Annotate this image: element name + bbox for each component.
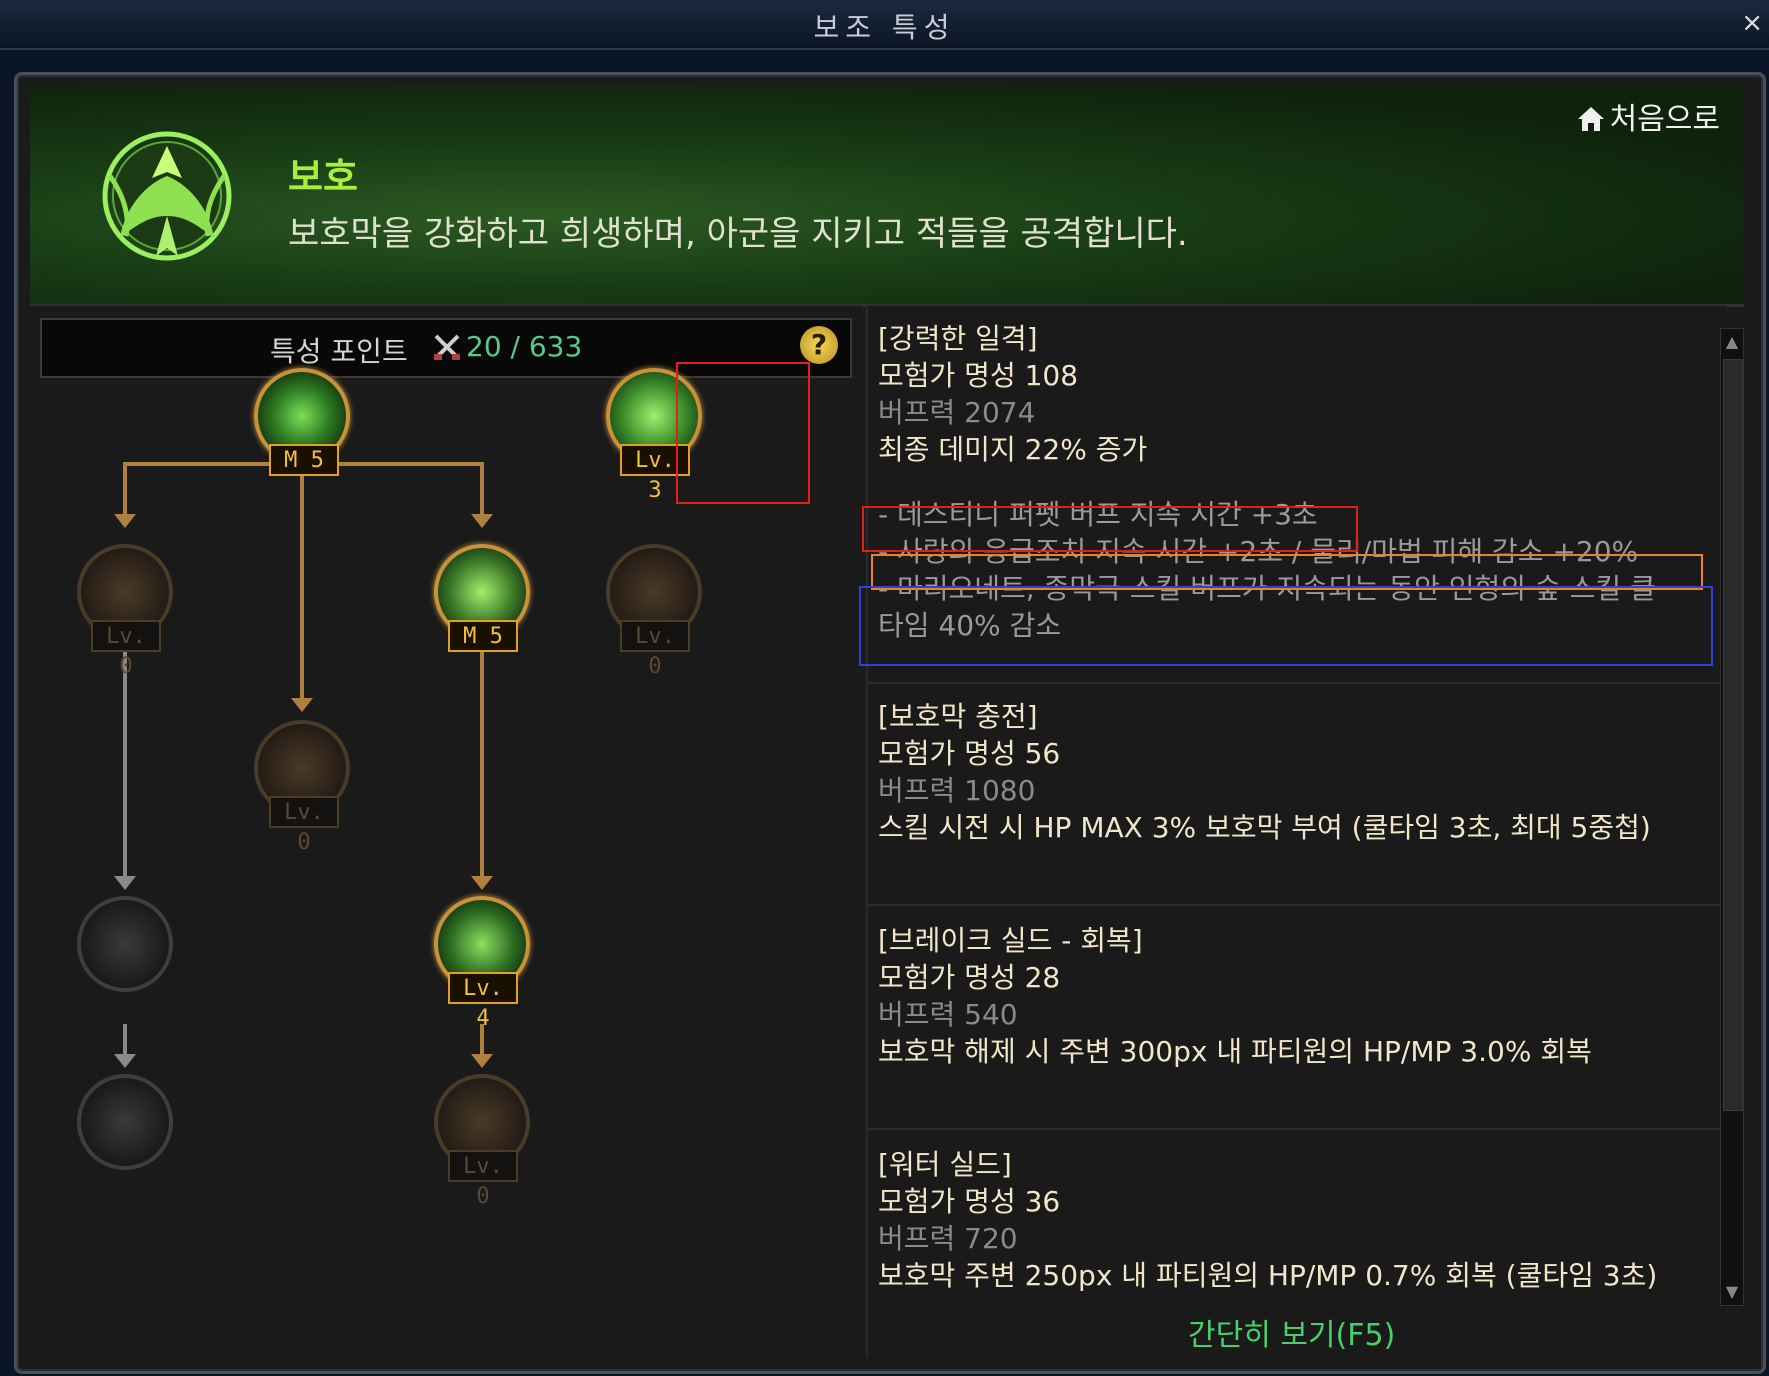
detail-4-effect: 보호막 주변 250px 내 파티원의 HP/MP 0.7% 회복 (쿨타임 3… [878,1259,1658,1292]
detail-4-name: [워터 실드] [878,1148,1012,1181]
scroll-down-icon[interactable]: ▼ [1721,1279,1743,1305]
detail-1-fame: 모험가 명성 108 [878,359,1079,392]
trait-tree-panel: 특성 포인트 20 / 633 ? M 5 Lv. 3 Lv. 0 M 5 Lv… [30,306,862,1358]
wing-emblem-icon [102,131,232,261]
detail-divider [868,904,1726,906]
detail-divider [868,1128,1726,1130]
detail-scrollbar[interactable]: ▲ ▼ [1720,328,1744,1306]
highlight-box-orange-text [871,554,1703,590]
detail-2-fame: 모험가 명성 56 [878,737,1061,770]
detail-3-buff: 버프력 540 [878,998,1018,1031]
simple-view-button[interactable]: 간단히 보기(F5) [1188,1310,1395,1354]
detail-1-name: [강력한 일격] [878,322,1038,355]
close-icon[interactable]: × [1741,8,1763,38]
detail-entry-3: [브레이크 실드 - 회복] 모험가 명성 28 버프력 540 보호막 해제 … [878,922,1708,1070]
window-title: 보조 특성 [813,11,956,44]
trait-node-9[interactable] [77,1074,173,1170]
trait-node-6-badge: Lv. 0 [269,796,339,855]
detail-2-name: [보호막 충전] [878,700,1038,733]
trait-node-5-badge: Lv. 0 [620,620,690,679]
scroll-up-icon[interactable]: ▲ [1721,329,1743,355]
detail-1-effect: 최종 데미지 22% 증가 [878,433,1148,466]
home-button[interactable]: 처음으로 [1576,94,1720,138]
trait-node-4-badge: M 5 [448,620,518,652]
detail-3-effect: 보호막 해제 시 주변 300px 내 파티원의 HP/MP 3.0% 회복 [878,1035,1592,1068]
detail-3-fame: 모험가 명성 28 [878,961,1061,994]
highlight-box-blue-text [859,586,1713,666]
trait-node-3-badge: Lv. 0 [91,620,161,679]
trait-node-7[interactable] [77,896,173,992]
detail-entry-2: [보호막 충전] 모험가 명성 56 버프력 1080 스킬 시전 시 HP M… [878,698,1708,846]
trait-detail-panel: [강력한 일격] 모험가 명성 108 버프력 2074 최종 데미지 22% … [859,306,1726,1358]
home-label: 처음으로 [1609,102,1720,137]
window-titlebar: 보조 특성 × [0,0,1769,50]
detail-3-name: [브레이크 실드 - 회복] [878,924,1143,957]
category-title: 보호 [288,155,358,199]
detail-1-buff: 버프력 2074 [878,396,1036,429]
highlight-box-red-node [676,362,810,504]
trait-node-1-badge: M 5 [269,444,339,476]
trait-node-8-badge: Lv. 4 [448,972,518,1031]
home-icon [1577,107,1604,131]
category-banner: 보호 보호막을 강화하고 희생하며, 아군을 지키고 적들을 공격합니다. 처음… [30,86,1744,307]
detail-4-fame: 모험가 명성 36 [878,1185,1061,1218]
detail-divider [868,682,1726,684]
detail-entry-4: [워터 실드] 모험가 명성 36 버프력 720 보호막 주변 250px 내… [878,1146,1708,1294]
highlight-box-red-text [862,506,1358,552]
category-description: 보호막을 강화하고 희생하며, 아군을 지키고 적들을 공격합니다. [288,214,1188,254]
detail-4-buff: 버프력 720 [878,1222,1018,1255]
scroll-thumb[interactable] [1723,359,1743,1111]
detail-2-effect: 스킬 시전 시 HP MAX 3% 보호막 부여 (쿨타임 3초, 최대 5중첩… [878,811,1651,844]
detail-2-buff: 버프력 1080 [878,774,1036,807]
trait-node-10-badge: Lv. 0 [448,1150,518,1209]
